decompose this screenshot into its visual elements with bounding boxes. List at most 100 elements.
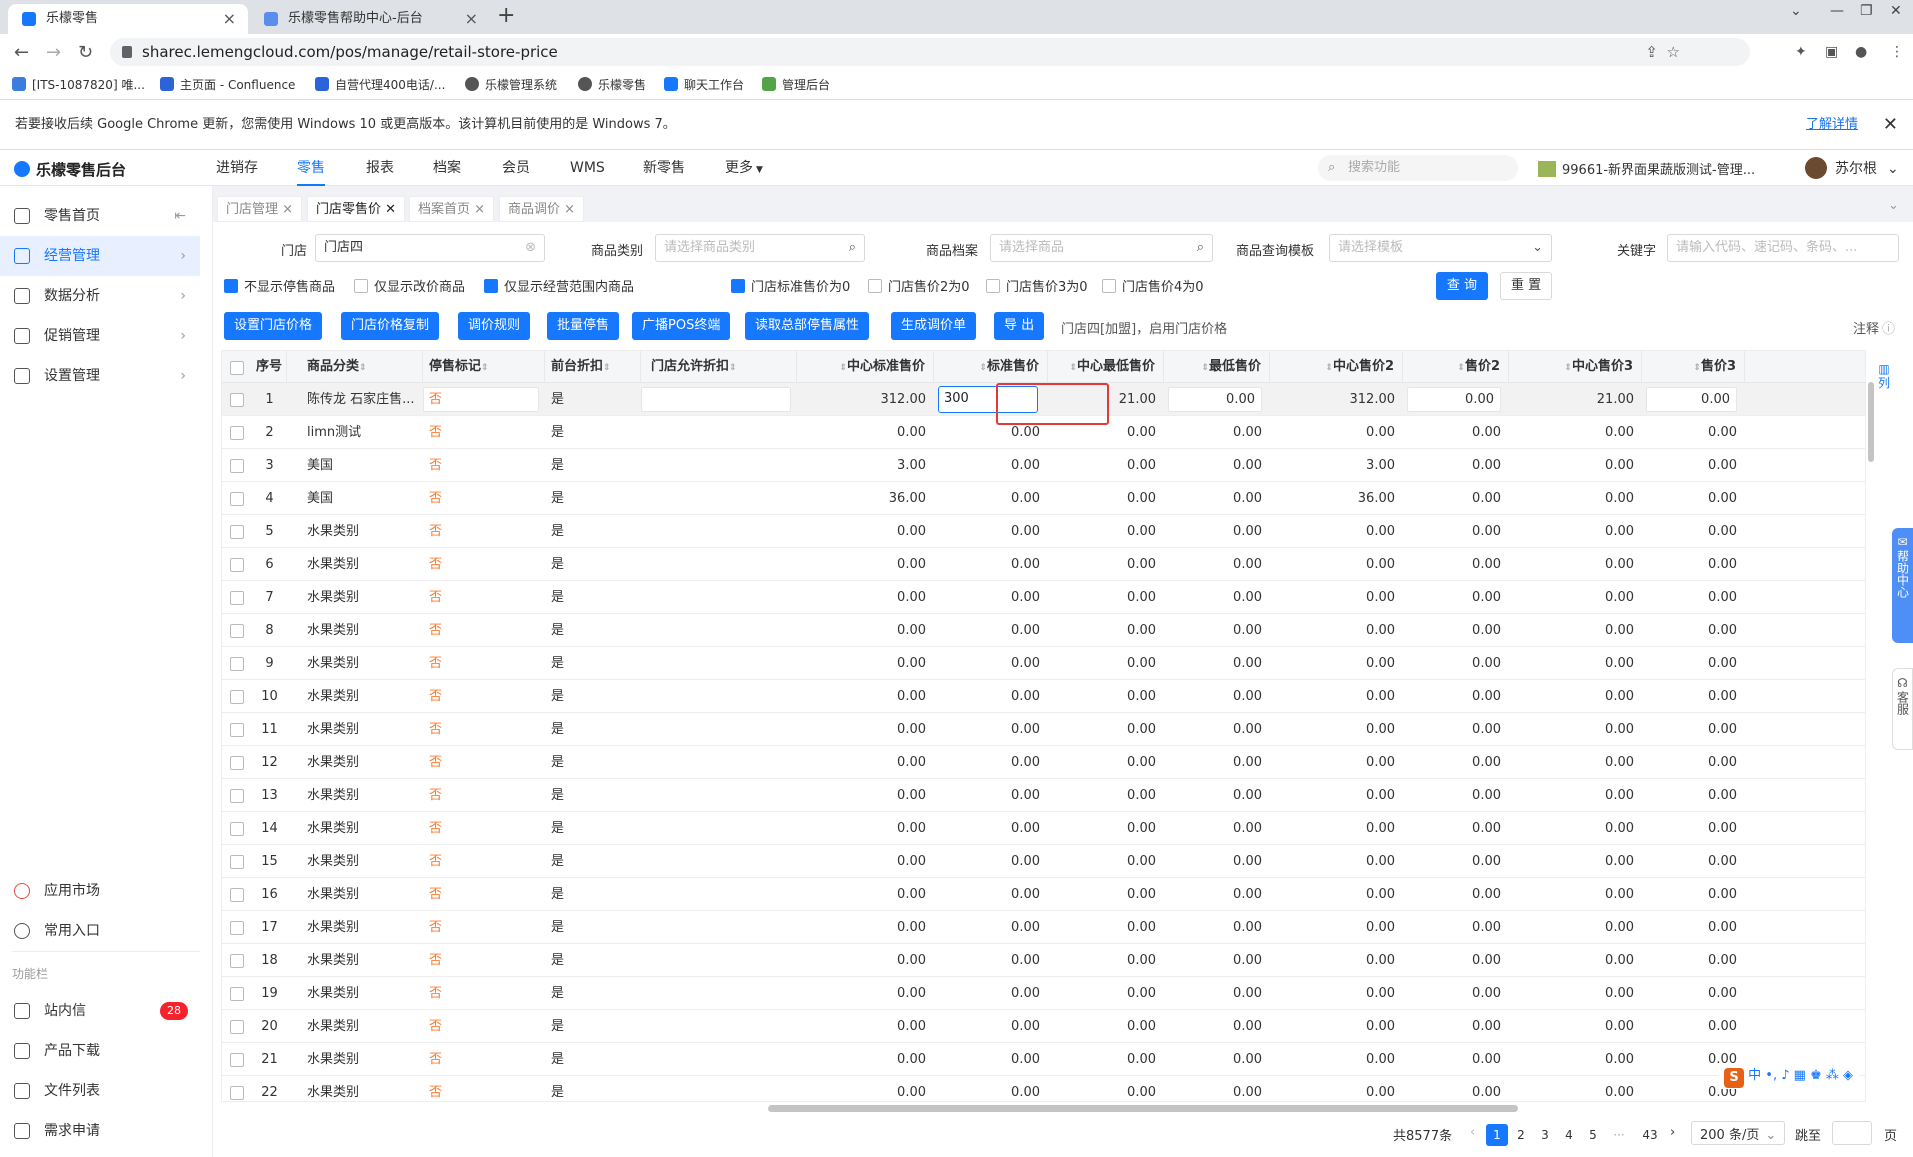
share-icon[interactable]: ⇪ [1645, 38, 1658, 66]
table-row[interactable]: 17 水果类别 否 是 0.00 0.00 0.00 0.00 0.00 0.00 0.00 0.00 [222, 911, 1865, 944]
sidebar-item-retail-home[interactable]: 零售首页 ⇤ [0, 196, 200, 236]
page-1[interactable]: 1 [1486, 1124, 1508, 1146]
sidebar-item-favorites[interactable]: 常用入口 [0, 911, 200, 951]
nav-member[interactable]: 会员 [502, 150, 530, 186]
col-min-price[interactable]: ⇕最低售价 [1164, 351, 1270, 383]
customer-service-float[interactable]: ☊ 客服 [1892, 668, 1913, 750]
tab-price-adjust[interactable]: 商品调价 × [499, 196, 585, 222]
col-center-p2[interactable]: ⇕中心售价2 [1270, 351, 1403, 383]
row-checkbox[interactable] [230, 393, 244, 407]
function-search[interactable]: ⌕ 搜索功能 [1318, 155, 1518, 181]
table-row[interactable]: 20 水果类别 否 是 0.00 0.00 0.00 0.00 0.00 0.00 0.00 0.00 [222, 1010, 1865, 1043]
set-store-price-button[interactable]: 设置门店价格 [224, 312, 323, 340]
copy-store-price-button[interactable]: 门店价格复制 [341, 312, 440, 340]
row-checkbox[interactable] [230, 1053, 244, 1067]
row-checkbox[interactable] [230, 921, 244, 935]
row-checkbox[interactable] [230, 492, 244, 506]
new-tab-icon[interactable]: + [497, 3, 515, 28]
close-infobar-icon[interactable]: ✕ [1883, 100, 1898, 150]
price2-zero-checkbox[interactable]: 门店售价2为0 [868, 276, 970, 295]
row-checkbox[interactable] [230, 987, 244, 1001]
row-checkbox[interactable] [230, 789, 244, 803]
bookmark-confluence[interactable]: 主页面 - Confluence [160, 76, 295, 93]
browser-tab-retail[interactable]: 乐檬零售 × [8, 4, 248, 34]
sidebar-item-promotion[interactable]: 促销管理 › [0, 316, 200, 356]
search-icon[interactable]: ⌕ [1197, 235, 1204, 261]
template-select[interactable]: 请选择模板 ⌄ [1329, 234, 1552, 262]
app-logo[interactable]: 乐檬零售后台 [14, 159, 126, 180]
select-all-checkbox[interactable] [230, 361, 244, 375]
nav-archive[interactable]: 档案 [433, 150, 461, 186]
sidebar-item-requests[interactable]: 需求申请 [0, 1111, 200, 1151]
close-icon[interactable]: ✕ [385, 202, 396, 217]
sidepanel-icon[interactable]: ▣ [1825, 44, 1838, 60]
nav-more[interactable]: 更多 ▼ [725, 150, 763, 186]
sidebar-item-analytics[interactable]: 数据分析 › [0, 276, 200, 316]
col-category[interactable]: 商品分类⇕ [287, 351, 423, 383]
row-checkbox[interactable] [230, 558, 244, 572]
std-price-zero-checkbox[interactable]: 门店标准售价为0 [731, 276, 850, 295]
nav-retail[interactable]: 零售 [297, 150, 325, 186]
tab-search-icon[interactable]: ⌄ [1790, 3, 1802, 19]
bookmark-400[interactable]: 自营代理400电话/... [315, 76, 445, 93]
row-checkbox[interactable] [230, 657, 244, 671]
row-checkbox[interactable] [230, 756, 244, 770]
table-row[interactable]: 15 水果类别 否 是 0.00 0.00 0.00 0.00 0.00 0.00 0.00 0.00 [222, 845, 1865, 878]
col-center-p3[interactable]: ⇕中心售价3 [1509, 351, 1642, 383]
user-menu[interactable]: 苏尔根 ⌄ [1805, 157, 1899, 179]
restore-icon[interactable]: ❐ [1860, 3, 1873, 19]
category-input[interactable]: 请选择商品类别 ⌕ [655, 234, 865, 262]
table-row[interactable]: 16 水果类别 否 是 0.00 0.00 0.00 0.00 0.00 0.00 0.00 0.00 [222, 878, 1865, 911]
sidebar-item-downloads[interactable]: 产品下载 [0, 1031, 200, 1071]
sidebar-item-files[interactable]: 文件列表 [0, 1071, 200, 1111]
row-checkbox[interactable] [230, 888, 244, 902]
bookmark-chat[interactable]: 聊天工作台 [664, 76, 744, 93]
price-rule-button[interactable]: 调价规则 [458, 312, 531, 340]
col-p3[interactable]: ⇕售价3 [1642, 351, 1745, 383]
export-button[interactable]: 导 出 [994, 312, 1045, 340]
row-checkbox[interactable] [230, 954, 244, 968]
close-icon[interactable]: × [474, 202, 485, 217]
next-page-icon[interactable]: › [1670, 1125, 1675, 1140]
help-center-float[interactable]: ✉ 帮助中心 [1892, 528, 1913, 643]
col-p2[interactable]: ⇕售价2 [1403, 351, 1509, 383]
reload-icon[interactable]: ↻ [78, 42, 93, 63]
close-icon[interactable]: × [282, 202, 293, 217]
column-settings[interactable]: ▥ 列 [1876, 362, 1892, 390]
sidebar-item-settings[interactable]: 设置管理 › [0, 356, 200, 396]
table-row[interactable]: 12 水果类别 否 是 0.00 0.00 0.00 0.00 0.00 0.00 0.00 0.00 [222, 746, 1865, 779]
horizontal-scrollbar[interactable] [768, 1105, 1518, 1112]
col-center-std[interactable]: ⇕中心标准售价 [797, 351, 934, 383]
reset-button[interactable]: 重 置 [1500, 272, 1552, 300]
page-2[interactable]: 2 [1510, 1124, 1532, 1146]
close-tab-icon[interactable]: × [465, 4, 478, 34]
ime-toolbar[interactable]: S 中 •, ♪ ▦ ♚ ⁂ ◈ [1718, 1063, 1859, 1089]
star-icon[interactable]: ☆ [1667, 38, 1680, 66]
bookmark-its[interactable]: [ITS-1087820] 唯... [12, 76, 145, 93]
row-p2-input[interactable]: 0.00 [1407, 387, 1501, 412]
col-store-discount[interactable]: 门店允许折扣⇕ [641, 351, 797, 383]
row-checkbox[interactable] [230, 855, 244, 869]
clear-icon[interactable]: ⊗ [525, 235, 536, 261]
nav-new-retail[interactable]: 新零售 [643, 150, 685, 186]
table-row[interactable]: 19 水果类别 否 是 0.00 0.00 0.00 0.00 0.00 0.00 0.00 0.00 [222, 977, 1865, 1010]
back-icon[interactable]: ← [14, 42, 29, 63]
table-row[interactable]: 8 水果类别 否 是 0.00 0.00 0.00 0.00 0.00 0.00 0.00 0.00 [222, 614, 1865, 647]
page-43[interactable]: 43 [1639, 1124, 1661, 1146]
only-changed-checkbox[interactable]: 仅显示改价商品 [354, 276, 465, 295]
minimize-icon[interactable]: — [1830, 3, 1844, 19]
browser-tab-help[interactable]: 乐檬零售帮助中心-后台 × [250, 4, 490, 34]
row-checkbox[interactable] [230, 1086, 244, 1100]
row-checkbox[interactable] [230, 591, 244, 605]
page-size-select[interactable]: 200 条/页 ⌄ [1691, 1121, 1786, 1145]
vertical-scrollbar[interactable] [1868, 382, 1874, 462]
price4-zero-checkbox[interactable]: 门店售价4为0 [1102, 276, 1204, 295]
prev-page-icon[interactable]: ‹ [1470, 1125, 1475, 1140]
nav-reports[interactable]: 报表 [366, 150, 394, 186]
batch-stop-button[interactable]: 批量停售 [547, 312, 620, 340]
url-field[interactable]: sharec.lemengcloud.com/pos/manage/retail… [110, 38, 1750, 66]
page-5[interactable]: 5 [1582, 1124, 1604, 1146]
table-row[interactable]: 14 水果类别 否 是 0.00 0.00 0.00 0.00 0.00 0.00 0.00 0.00 [222, 812, 1865, 845]
page-4[interactable]: 4 [1558, 1124, 1580, 1146]
row-checkbox[interactable] [230, 690, 244, 704]
